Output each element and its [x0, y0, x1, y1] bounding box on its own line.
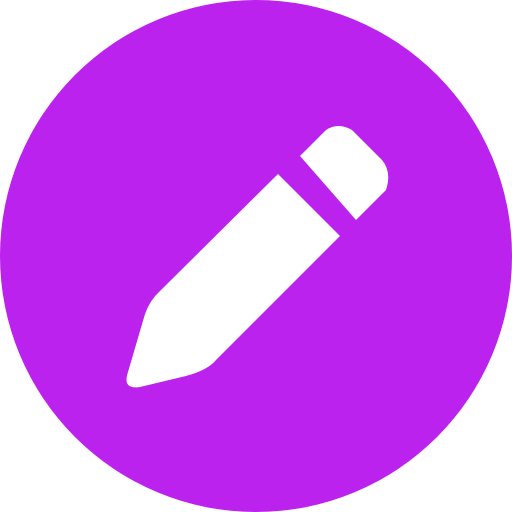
edit-icon-svg	[0, 0, 512, 512]
edit-button[interactable]	[0, 0, 512, 512]
